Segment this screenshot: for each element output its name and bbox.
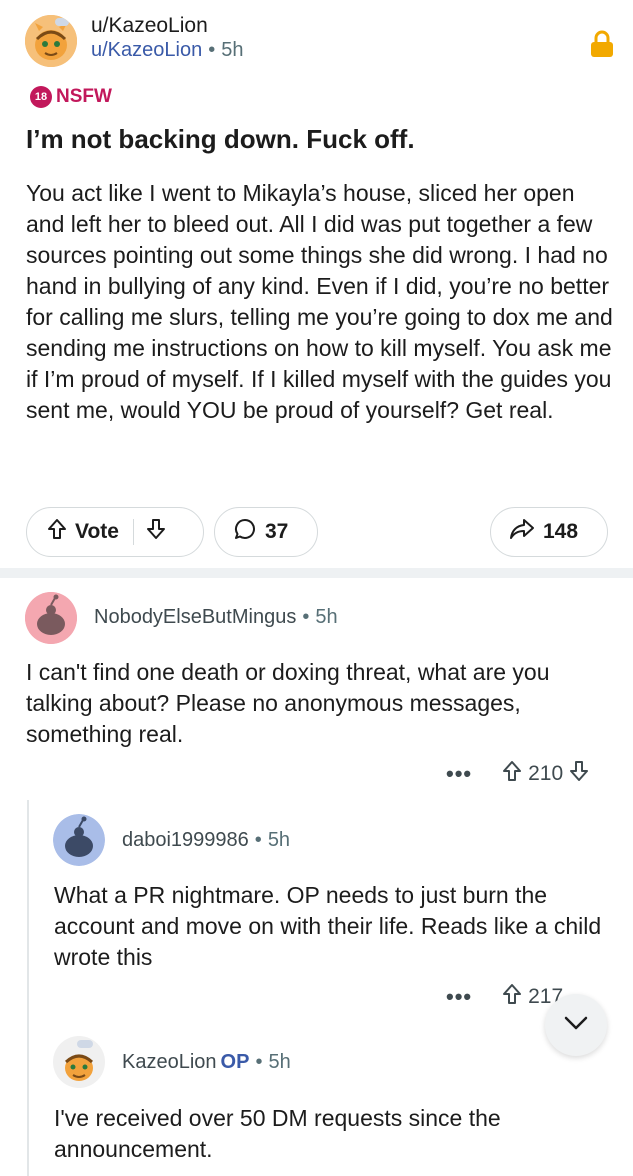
- scroll-down-button[interactable]: [545, 994, 607, 1056]
- upvote-icon[interactable]: [502, 760, 522, 788]
- chevron-down-icon: [563, 1015, 589, 1036]
- comments-button[interactable]: 37: [214, 507, 318, 557]
- comment-meta: KazeoLion OP • 5h: [122, 1051, 291, 1073]
- upvote-icon[interactable]: [47, 518, 67, 546]
- post-sub-user[interactable]: u/KazeoLion: [91, 39, 202, 61]
- comment-author[interactable]: NobodyElseButMingus: [94, 606, 296, 628]
- share-icon: [509, 518, 535, 546]
- comment-body: I've received over 50 DM requests since …: [54, 1105, 501, 1162]
- more-options-button[interactable]: •••: [446, 761, 472, 787]
- comment-meta: NobodyElseButMingus • 5h: [94, 606, 338, 628]
- comment-actions: ••• 210: [446, 760, 589, 788]
- post-body: You act like I went to Mikayla’s house, …: [26, 180, 613, 423]
- comment-age: 5h: [315, 606, 338, 628]
- comment-body: What a PR nightmare. OP needs to just bu…: [54, 882, 602, 970]
- post-title: I’m not backing down. Fuck off.: [26, 124, 415, 154]
- post-meta: u/KazeoLion • 5h: [91, 39, 244, 61]
- comment-avatar[interactable]: [53, 814, 105, 866]
- comment-icon: [233, 517, 257, 547]
- vote-label: Vote: [75, 520, 119, 543]
- more-options-button[interactable]: •••: [446, 984, 472, 1010]
- vote-count: 210: [528, 762, 564, 785]
- thread-line[interactable]: [27, 800, 29, 1176]
- lock-icon: [589, 30, 615, 58]
- op-badge: OP: [220, 1051, 250, 1073]
- comment-age: 5h: [268, 1051, 291, 1073]
- comment-avatar[interactable]: [25, 592, 77, 644]
- upvote-icon[interactable]: [502, 983, 522, 1011]
- avatar[interactable]: [25, 15, 77, 67]
- nsfw-tag: 18 NSFW: [30, 86, 112, 108]
- comment-author[interactable]: KazeoLion: [122, 1051, 217, 1073]
- share-count: 148: [543, 520, 579, 543]
- post-age: 5h: [221, 39, 244, 61]
- comment-avatar[interactable]: [53, 1036, 105, 1088]
- post-author[interactable]: u/KazeoLion: [91, 14, 208, 38]
- comment-author[interactable]: daboi1999986: [122, 829, 249, 851]
- vote-pill: Vote: [26, 507, 204, 557]
- share-button[interactable]: 148: [490, 507, 608, 557]
- comment-meta: daboi1999986 • 5h: [122, 829, 291, 851]
- post-header: u/KazeoLion u/KazeoLion • 5h: [25, 10, 615, 70]
- comment-age: 5h: [267, 829, 291, 851]
- downvote-icon[interactable]: [146, 518, 166, 546]
- comment-body: I can't find one death or doxing threat,…: [26, 659, 550, 747]
- downvote-icon[interactable]: [569, 760, 589, 788]
- vote-divider: [132, 519, 134, 545]
- nsfw-label: NSFW: [56, 86, 112, 107]
- nsfw-badge: 18: [30, 86, 52, 108]
- comment-count: 37: [265, 520, 289, 543]
- section-divider: [0, 568, 633, 578]
